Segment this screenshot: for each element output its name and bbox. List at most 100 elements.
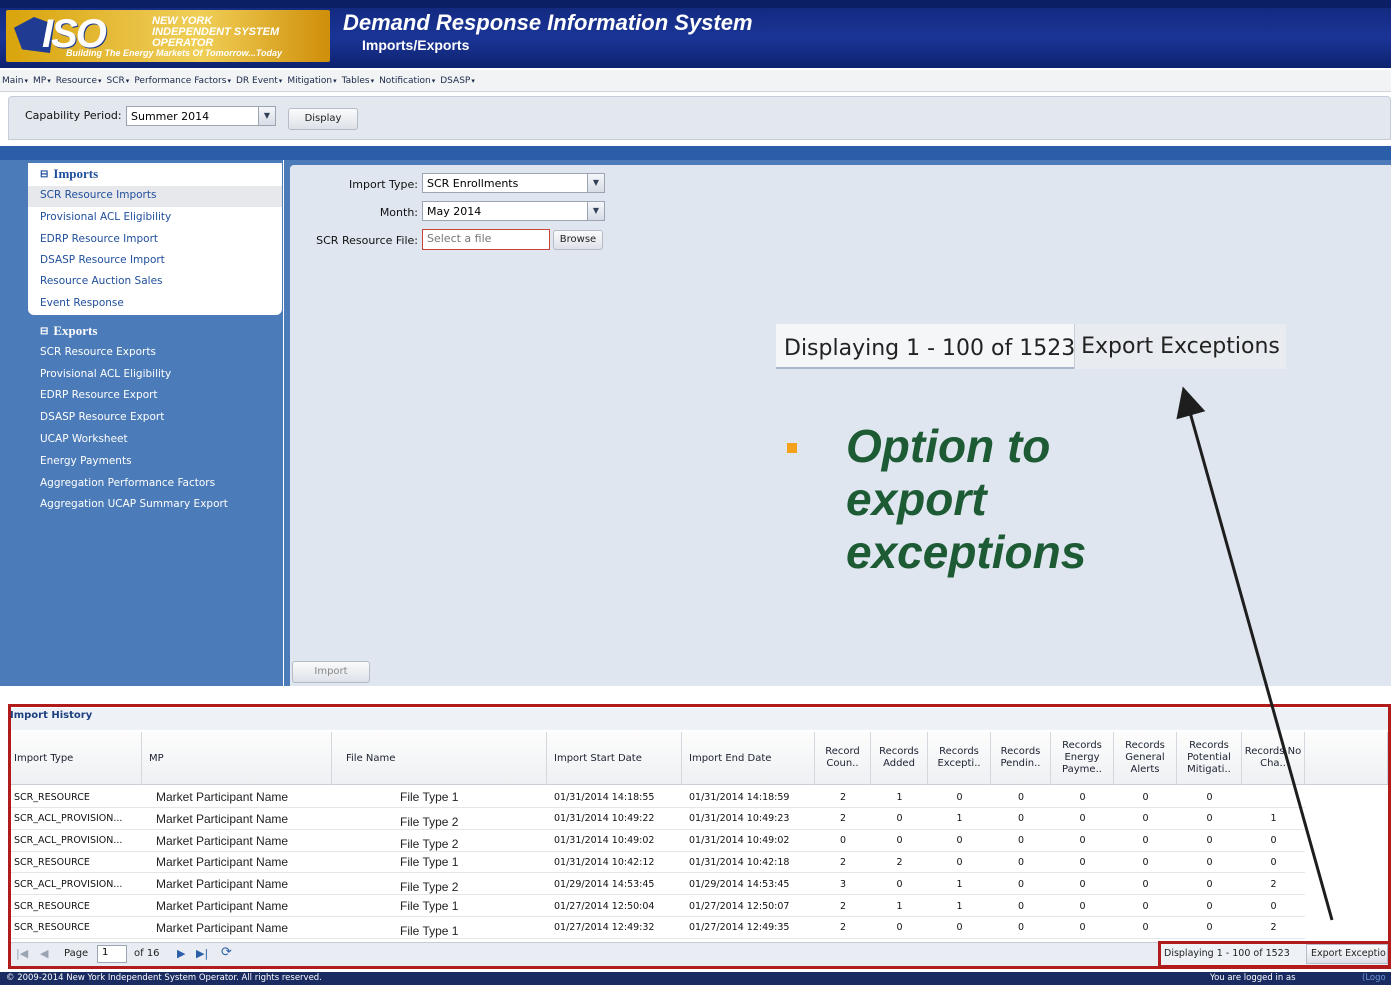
- cell-records-exceptions[interactable]: 0: [928, 830, 991, 852]
- col-import-start-date[interactable]: Import Start Date: [547, 732, 682, 785]
- month-select[interactable]: May 2014 ▼: [422, 201, 605, 221]
- cell-end-date[interactable]: 01/31/2014 10:49:02: [682, 830, 815, 852]
- cell-records-pending[interactable]: 0: [991, 851, 1051, 873]
- cell-records-exceptions[interactable]: 1: [928, 895, 991, 917]
- nav-edrp-resource-export[interactable]: EDRP Resource Export: [40, 389, 158, 401]
- nav-dsasp-resource-import[interactable]: DSASP Resource Import: [40, 254, 165, 266]
- cell-import-type[interactable]: SCR_ACL_PROVISION...: [11, 808, 142, 830]
- chevron-down-icon[interactable]: ▼: [258, 107, 275, 125]
- next-page-icon[interactable]: ▶: [177, 947, 185, 960]
- cell-record-count[interactable]: 2: [815, 917, 871, 939]
- cell-records-exceptions[interactable]: 0: [928, 786, 991, 808]
- col-records-added[interactable]: Records Added: [871, 732, 928, 785]
- cell-end-date[interactable]: 01/31/2014 10:42:18: [682, 851, 815, 873]
- cell-end-date[interactable]: 01/31/2014 10:49:23: [682, 808, 815, 830]
- col-records-energy-payments[interactable]: Records Energy Payme..: [1051, 732, 1114, 785]
- cell-start-date[interactable]: 01/27/2014 12:50:04: [547, 895, 682, 917]
- cell-mp[interactable]: Market Participant Name: [142, 851, 332, 873]
- cell-import-type[interactable]: SCR_RESOURCE: [11, 786, 142, 808]
- cell-records-added[interactable]: 2: [871, 851, 928, 873]
- cell-records-general-alerts[interactable]: 0: [1114, 808, 1177, 830]
- capability-period-select[interactable]: Summer 2014 ▼: [126, 106, 276, 126]
- cell-record-count[interactable]: 2: [815, 786, 871, 808]
- first-page-icon[interactable]: |◀: [16, 947, 28, 960]
- cell-end-date[interactable]: 01/27/2014 12:50:07: [682, 895, 815, 917]
- cell-records-no-change[interactable]: 0: [1242, 830, 1305, 852]
- cell-records-pending[interactable]: 0: [991, 895, 1051, 917]
- cell-mp[interactable]: Market Participant Name: [142, 830, 332, 852]
- cell-start-date[interactable]: 01/27/2014 12:49:32: [547, 917, 682, 939]
- nav-aggregation-ucap-summary-export[interactable]: Aggregation UCAP Summary Export: [40, 498, 228, 510]
- nav-provisional-acl-eligibility-export[interactable]: Provisional ACL Eligibility: [40, 368, 171, 380]
- cell-end-date[interactable]: 01/29/2014 14:53:45: [682, 873, 815, 895]
- cell-records-potential-mitigation[interactable]: 0: [1177, 917, 1242, 939]
- col-records-potential-mitigation[interactable]: Records Potential Mitigati..: [1177, 732, 1242, 785]
- menu-tables[interactable]: Tables▾: [342, 76, 374, 86]
- nav-energy-payments[interactable]: Energy Payments: [40, 455, 132, 467]
- cell-records-general-alerts[interactable]: 0: [1114, 851, 1177, 873]
- cell-import-type[interactable]: SCR_RESOURCE: [11, 917, 142, 939]
- menu-main[interactable]: Main▾: [2, 76, 28, 86]
- nav-dsasp-resource-export[interactable]: DSASP Resource Export: [40, 411, 164, 423]
- nav-resource-auction-sales[interactable]: Resource Auction Sales: [40, 275, 163, 287]
- export-exceptions-button[interactable]: Export Exceptio: [1306, 944, 1388, 964]
- collapse-icon[interactable]: ⊟: [40, 169, 48, 180]
- col-file-name[interactable]: File Name: [332, 732, 547, 785]
- page-number-input[interactable]: 1: [97, 945, 127, 963]
- cell-mp[interactable]: Market Participant Name: [142, 786, 332, 808]
- cell-records-no-change[interactable]: 0: [1242, 851, 1305, 873]
- cell-file-name[interactable]: File Type 1: [332, 920, 547, 942]
- logout-link[interactable]: (Logo: [1362, 972, 1386, 985]
- cell-records-no-change[interactable]: [1242, 786, 1305, 808]
- import-type-select[interactable]: SCR Enrollments ▼: [422, 173, 605, 193]
- scr-resource-file-input[interactable]: Select a file: [422, 229, 550, 250]
- cell-import-type[interactable]: SCR_RESOURCE: [11, 851, 142, 873]
- cell-records-exceptions[interactable]: 1: [928, 873, 991, 895]
- cell-mp[interactable]: Market Participant Name: [142, 895, 332, 917]
- cell-records-energy-payments[interactable]: 0: [1051, 786, 1114, 808]
- cell-start-date[interactable]: 01/31/2014 10:49:02: [547, 830, 682, 852]
- cell-records-energy-payments[interactable]: 0: [1051, 917, 1114, 939]
- imports-heading[interactable]: ⊟ Imports: [40, 166, 98, 182]
- col-records-no-change[interactable]: Records No Cha..: [1242, 732, 1305, 785]
- cell-record-count[interactable]: 3: [815, 873, 871, 895]
- cell-records-exceptions[interactable]: 0: [928, 851, 991, 873]
- col-records-exceptions[interactable]: Records Excepti..: [928, 732, 991, 785]
- nav-edrp-resource-import[interactable]: EDRP Resource Import: [40, 233, 158, 245]
- cell-records-general-alerts[interactable]: 0: [1114, 873, 1177, 895]
- cell-records-potential-mitigation[interactable]: 0: [1177, 808, 1242, 830]
- import-button[interactable]: Import: [292, 661, 370, 683]
- cell-mp[interactable]: Market Participant Name: [142, 808, 332, 830]
- chevron-down-icon[interactable]: ▼: [587, 174, 604, 192]
- cell-start-date[interactable]: 01/31/2014 10:42:12: [547, 851, 682, 873]
- cell-file-name[interactable]: File Type 1: [332, 895, 547, 917]
- cell-records-general-alerts[interactable]: 0: [1114, 786, 1177, 808]
- cell-record-count[interactable]: 2: [815, 851, 871, 873]
- collapse-icon[interactable]: ⊟: [40, 326, 48, 337]
- cell-records-no-change[interactable]: 2: [1242, 873, 1305, 895]
- cell-records-energy-payments[interactable]: 0: [1051, 808, 1114, 830]
- menu-performance-factors[interactable]: Performance Factors▾: [134, 76, 231, 86]
- cell-file-name[interactable]: File Type 1: [332, 851, 547, 873]
- menu-resource[interactable]: Resource▾: [56, 76, 102, 86]
- refresh-icon[interactable]: ⟳: [221, 945, 232, 960]
- cell-record-count[interactable]: 0: [815, 830, 871, 852]
- cell-records-added[interactable]: 0: [871, 830, 928, 852]
- cell-file-name[interactable]: File Type 2: [332, 811, 547, 833]
- cell-start-date[interactable]: 01/31/2014 14:18:55: [547, 786, 682, 808]
- cell-records-pending[interactable]: 0: [991, 830, 1051, 852]
- previous-page-icon[interactable]: ◀: [40, 947, 48, 960]
- nav-scr-resource-exports[interactable]: SCR Resource Exports: [40, 346, 156, 358]
- cell-records-no-change[interactable]: 0: [1242, 895, 1305, 917]
- cell-records-added[interactable]: 0: [871, 917, 928, 939]
- cell-records-pending[interactable]: 0: [991, 873, 1051, 895]
- cell-records-added[interactable]: 0: [871, 873, 928, 895]
- cell-records-energy-payments[interactable]: 0: [1051, 895, 1114, 917]
- cell-records-general-alerts[interactable]: 0: [1114, 917, 1177, 939]
- cell-records-general-alerts[interactable]: 0: [1114, 895, 1177, 917]
- chevron-down-icon[interactable]: ▼: [587, 202, 604, 220]
- cell-file-name[interactable]: File Type 1: [332, 786, 547, 808]
- cell-mp[interactable]: Market Participant Name: [142, 917, 332, 939]
- col-records-general-alerts[interactable]: Records General Alerts: [1114, 732, 1177, 785]
- cell-import-type[interactable]: SCR_ACL_PROVISION...: [11, 873, 142, 895]
